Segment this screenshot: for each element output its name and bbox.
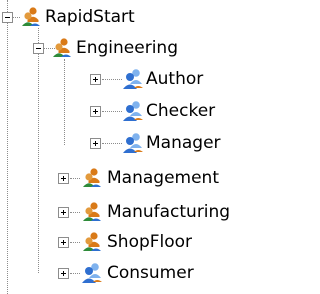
tree-node-management[interactable]: Management [0,163,271,193]
collapse-toggle-icon[interactable] [2,12,13,23]
expand-toggle-icon[interactable] [58,268,69,279]
role-icon [123,101,143,121]
role-icon [82,263,102,283]
user-group-icon [83,202,101,221]
user-group-icon [22,7,40,26]
tree-node-label[interactable]: ShopFloor [106,232,193,252]
expand-toggle-icon[interactable] [58,173,69,184]
group-role-tree: RapidStart Engineering Author Checker Ma… [0,0,271,294]
tree-node-label[interactable]: Engineering [75,38,179,58]
role-icon [123,69,143,89]
tree-node-consumer[interactable]: Consumer [0,258,271,288]
tree-node-label[interactable]: Management [106,168,220,188]
tree-node-label[interactable]: Manufacturing [106,202,231,222]
tree-node-label[interactable]: Author [145,69,204,89]
tree-node-label[interactable]: Manager [145,133,222,153]
role-icon [123,133,143,153]
tree-node-engineering[interactable]: Engineering [0,33,271,63]
user-group-icon [83,168,101,187]
tree-node-label[interactable]: Checker [145,101,216,121]
tree-node-label[interactable]: RapidStart [44,7,136,27]
tree-node-rapidstart[interactable]: RapidStart [0,2,271,32]
collapse-toggle-icon[interactable] [33,43,44,54]
tree-node-shopfloor[interactable]: ShopFloor [0,227,271,257]
expand-toggle-icon[interactable] [58,237,69,248]
user-group-icon [53,38,71,57]
tree-node-manufacturing[interactable]: Manufacturing [0,197,271,227]
expand-toggle-icon[interactable] [58,207,69,218]
expand-toggle-icon[interactable] [90,74,101,85]
expand-toggle-icon[interactable] [90,106,101,117]
expand-toggle-icon[interactable] [90,138,101,149]
tree-node-manager[interactable]: Manager [0,128,271,158]
user-group-icon [83,232,101,251]
tree-node-checker[interactable]: Checker [0,96,271,126]
tree-node-label[interactable]: Consumer [106,263,195,283]
tree-node-author[interactable]: Author [0,64,271,94]
